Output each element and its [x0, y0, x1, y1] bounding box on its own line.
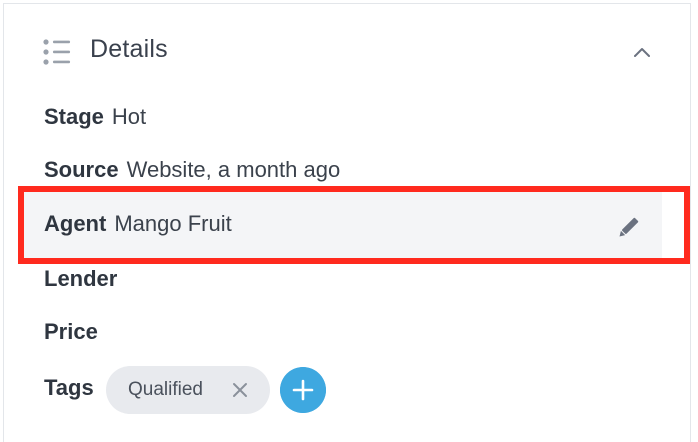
tags-label: Tags — [44, 375, 94, 400]
list-icon — [43, 39, 70, 65]
source-label: Source — [44, 157, 119, 182]
details-header[interactable]: Details — [4, 4, 690, 100]
source-field: Source Website, a month ago — [44, 155, 340, 185]
tag-chip-label: Qualified — [128, 379, 203, 400]
stage-field: Stage Hot — [44, 102, 146, 132]
price-field: Price — [44, 317, 106, 347]
pencil-icon[interactable] — [614, 214, 642, 242]
section-title: Details — [90, 35, 168, 63]
details-panel: Details Stage Hot Source Website, a month … — [3, 3, 691, 442]
lender-label: Lender — [44, 266, 118, 291]
lender-field: Lender — [44, 264, 125, 294]
stage-value[interactable]: Hot — [112, 104, 146, 129]
close-icon[interactable] — [230, 380, 250, 400]
add-tag-button[interactable] — [280, 367, 326, 413]
source-value[interactable]: Website, a month ago — [127, 157, 341, 182]
stage-label: Stage — [44, 104, 104, 129]
agent-field: Agent Mango Fruit — [44, 209, 232, 239]
chevron-up-icon[interactable] — [630, 42, 654, 62]
price-label: Price — [44, 319, 98, 344]
agent-value[interactable]: Mango Fruit — [114, 211, 231, 236]
tag-chip[interactable]: Qualified — [106, 366, 270, 414]
agent-label: Agent — [44, 211, 107, 236]
